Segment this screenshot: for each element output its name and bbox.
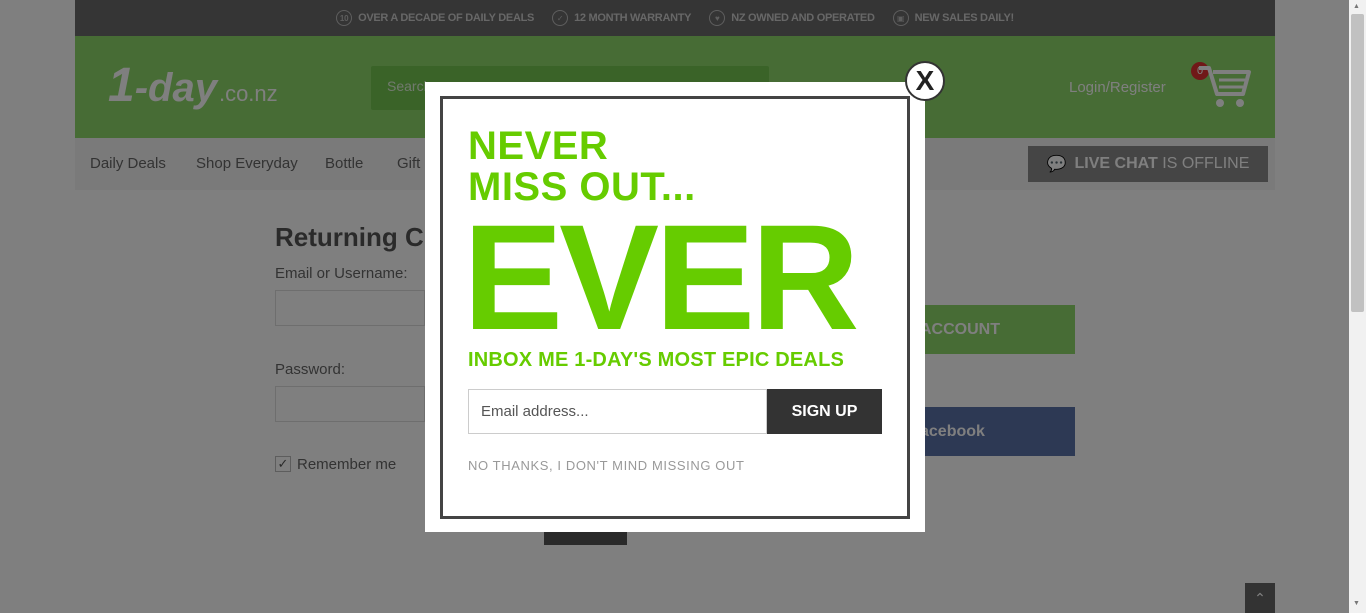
- close-modal-button[interactable]: X: [905, 61, 945, 101]
- newsletter-modal: NEVER MISS OUT... EVER INBOX ME 1-DAY'S …: [425, 82, 925, 532]
- scroll-down-icon[interactable]: ▼: [1353, 600, 1360, 607]
- scrollbar-thumb[interactable]: [1351, 14, 1364, 312]
- no-thanks-link[interactable]: NO THANKS, I DON'T MIND MISSING OUT: [468, 458, 745, 473]
- scrollbar[interactable]: ▲ ▼: [1349, 0, 1366, 613]
- modal-subheading: INBOX ME 1-DAY'S MOST EPIC DEALS: [468, 349, 845, 371]
- newsletter-email-input[interactable]: Email address...: [468, 389, 767, 434]
- modal-big-word: EVER: [463, 193, 859, 361]
- heading-line-1: NEVER: [468, 124, 609, 168]
- sign-up-button[interactable]: SIGN UP: [767, 389, 882, 434]
- email-placeholder: Email address...: [481, 403, 589, 420]
- scroll-up-icon[interactable]: ▲: [1353, 3, 1360, 10]
